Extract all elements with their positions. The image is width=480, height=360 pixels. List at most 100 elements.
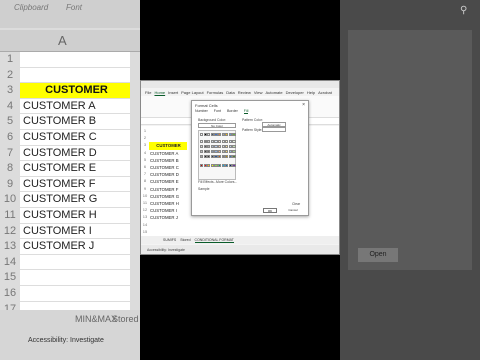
sheet-tab[interactable]: SUMIFS xyxy=(163,238,176,242)
cell[interactable]: CUSTOMER E xyxy=(149,178,187,185)
background-cell: CUSTOMER A xyxy=(20,99,130,115)
row-number[interactable]: 13 xyxy=(141,214,149,219)
background-row-number: 7 xyxy=(6,146,14,159)
sheet-tab[interactable]: CONDITIONAL FORMAT xyxy=(194,238,234,243)
cell[interactable]: CUSTOMER A xyxy=(149,150,187,157)
cell[interactable]: CUSTOMER C xyxy=(149,164,187,171)
row-number[interactable]: 2 xyxy=(141,135,149,140)
pattern-style-label: Pattern Style: xyxy=(242,128,263,132)
cell[interactable] xyxy=(149,222,187,229)
dialog-title: Format Cells xyxy=(195,103,218,108)
background-cell: CUSTOMER H xyxy=(20,208,130,224)
background-cell: CUSTOMER D xyxy=(20,146,130,162)
dialog-tab-border[interactable]: Border xyxy=(227,109,238,114)
color-swatch[interactable] xyxy=(232,140,236,144)
menu-review[interactable]: Review xyxy=(238,90,251,95)
menu-acrobat[interactable]: Acrobat xyxy=(318,90,332,95)
pattern-style-dropdown[interactable] xyxy=(262,127,286,132)
color-swatch[interactable] xyxy=(232,133,236,137)
background-row-number: 5 xyxy=(6,115,14,128)
cell[interactable] xyxy=(149,135,187,142)
menu-insert[interactable]: Insert xyxy=(168,90,178,95)
background-cell: CUSTOMER F xyxy=(20,177,130,193)
no-color-button[interactable]: No Color xyxy=(198,123,236,128)
cell[interactable]: CUSTOMER F xyxy=(149,186,187,193)
row-number[interactable]: 8 xyxy=(141,178,149,183)
menu-help[interactable]: Help xyxy=(307,90,315,95)
cancel-button[interactable]: Cancel xyxy=(285,208,301,213)
background-cell: CUSTOMER E xyxy=(20,161,130,177)
cell[interactable]: CUSTOMER G xyxy=(149,193,187,200)
title-bar xyxy=(141,81,339,88)
cell[interactable] xyxy=(149,128,187,135)
dialog-tab-number[interactable]: Number xyxy=(195,109,208,114)
row-number[interactable]: 11 xyxy=(141,200,149,205)
ok-button[interactable]: OK xyxy=(263,208,277,213)
row-number[interactable]: 6 xyxy=(141,164,149,169)
background-row-number: 16 xyxy=(3,286,17,299)
color-swatch[interactable] xyxy=(232,145,236,149)
background-spreadsheet-left: Clipboard Font A 1 2 3 4 5 6 7 8 9 10 11 12 13 14 15 16… xyxy=(0,0,140,360)
background-cell xyxy=(20,254,130,271)
background-row-number: 3 xyxy=(6,84,14,97)
pattern-color-label: Pattern Color: xyxy=(242,118,263,122)
row-number[interactable]: 9 xyxy=(141,186,149,191)
row-number[interactable]: 3 xyxy=(141,142,149,147)
background-search-icon: ⚲ xyxy=(460,5,468,16)
dialog-tab-font[interactable]: Font xyxy=(214,109,221,114)
sheet-tab[interactable]: Stored xyxy=(180,238,190,242)
menu-file[interactable]: File xyxy=(145,90,151,95)
background-cell: CUSTOMER I xyxy=(20,224,130,240)
color-swatch[interactable] xyxy=(232,164,236,168)
background-row-number: 9 xyxy=(6,177,14,190)
cell[interactable]: CUSTOMER H xyxy=(149,200,187,207)
background-cell xyxy=(20,67,130,84)
cell[interactable] xyxy=(149,229,187,236)
fill-effects-button[interactable]: Fill Effects... xyxy=(198,180,216,184)
menu-automate[interactable]: Automate xyxy=(265,90,282,95)
clear-button[interactable]: Clear xyxy=(292,202,300,206)
cell[interactable]: CUSTOMER B xyxy=(149,157,187,164)
menu-page-layout[interactable]: Page Layout xyxy=(181,90,203,95)
menu-data[interactable]: Data xyxy=(226,90,234,95)
cell[interactable]: CUSTOMER xyxy=(149,142,187,150)
row-number[interactable]: 15 xyxy=(141,229,149,234)
row-number[interactable]: 1 xyxy=(141,128,149,133)
row-number[interactable]: 5 xyxy=(141,157,149,162)
menu-home[interactable]: Home xyxy=(154,90,165,95)
color-swatch[interactable] xyxy=(232,155,236,159)
row-number[interactable]: 12 xyxy=(141,207,149,212)
background-row-number: 13 xyxy=(3,240,17,253)
background-row-number: 15 xyxy=(3,271,17,284)
row-number[interactable]: 10 xyxy=(141,193,149,198)
cell[interactable]: CUSTOMER D xyxy=(149,171,187,178)
cell[interactable]: CUSTOMER I xyxy=(149,207,187,214)
menu-formulas[interactable]: Formulas xyxy=(207,90,224,95)
row-number[interactable]: 4 xyxy=(141,150,149,155)
sample-label: Sample xyxy=(198,187,210,191)
color-palette xyxy=(198,130,236,180)
color-swatch[interactable] xyxy=(232,150,236,154)
background-status: Accessibility: Investigate xyxy=(28,337,104,344)
background-cell: CUSTOMER xyxy=(20,83,130,99)
close-icon[interactable]: × xyxy=(302,102,305,108)
background-cell: CUSTOMER G xyxy=(20,192,130,208)
row-number[interactable]: 14 xyxy=(141,222,149,227)
background-font-label: Font xyxy=(66,3,83,12)
menu-developer[interactable]: Developer xyxy=(286,90,304,95)
background-panel xyxy=(348,30,472,270)
status-bar: Accessibility: Investigate xyxy=(141,245,339,254)
menu-view[interactable]: View xyxy=(254,90,263,95)
background-column-header: A xyxy=(0,30,140,52)
cell[interactable]: CUSTOMER J xyxy=(149,214,187,221)
background-cell xyxy=(20,285,130,302)
screen: Clipboard Font A 1 2 3 4 5 6 7 8 9 10 11 12 13 14 15 16… xyxy=(0,0,480,360)
background-cell xyxy=(20,270,130,286)
row-number[interactable]: 7 xyxy=(141,171,149,176)
dialog-tab-fill[interactable]: Fill xyxy=(243,109,249,114)
background-cells: CUSTOMER CUSTOMER A CUSTOMER B CUSTOMER C CU… xyxy=(20,52,130,318)
background-ribbon: Clipboard Font xyxy=(0,0,140,28)
background-tab-minmax: MIN&MAX xyxy=(75,314,118,324)
dialog-tabs: Number Font Border Fill xyxy=(195,109,249,114)
more-colors-button[interactable]: More Colors... xyxy=(216,180,237,184)
